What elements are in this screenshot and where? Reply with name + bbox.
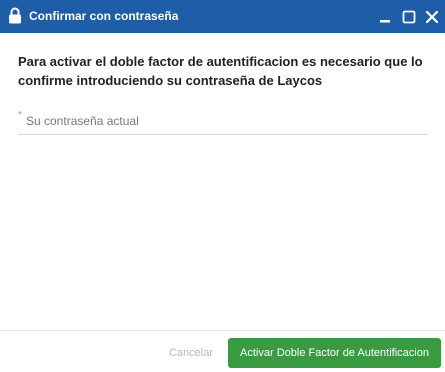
confirm-password-dialog: Confirmar con contraseña Para activar el… [0, 0, 445, 372]
lock-icon [9, 7, 21, 24]
minimize-icon[interactable] [377, 9, 393, 25]
required-marker: * [18, 110, 22, 121]
activate-2fa-button[interactable]: Activar Doble Factor de Autentificacion [228, 338, 441, 368]
close-icon[interactable] [424, 9, 440, 25]
password-input[interactable] [26, 110, 428, 132]
dialog-message: Para activar el doble factor de autentif… [18, 54, 423, 88]
footer-divider [0, 330, 445, 331]
cancel-button[interactable]: Cancelar [160, 342, 222, 364]
password-underline [18, 134, 428, 135]
dialog-titlebar: Confirmar con contraseña [0, 0, 445, 33]
dialog-title: Confirmar con contraseña [29, 9, 179, 23]
password-field: * [18, 110, 428, 136]
maximize-icon[interactable] [401, 9, 417, 25]
